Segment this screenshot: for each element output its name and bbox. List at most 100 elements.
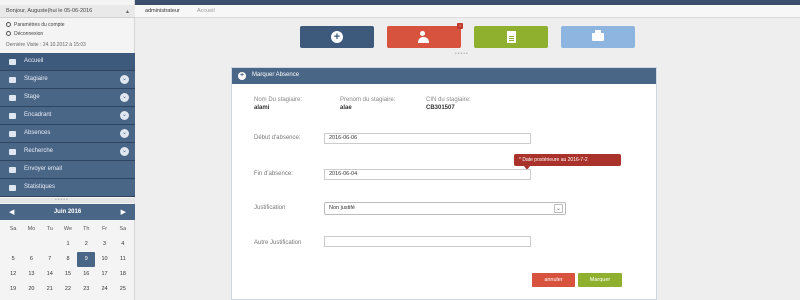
- params-link-label: Paramètres du compte: [14, 22, 65, 28]
- chevron-down-icon: ⌄: [120, 147, 129, 156]
- file-icon: [9, 131, 16, 137]
- panel-title: Marquer Absence: [252, 72, 300, 78]
- autre-justification-input[interactable]: [324, 236, 531, 247]
- calendar-day[interactable]: 11: [114, 252, 132, 267]
- sidebar-item-stagiaire[interactable]: Stagiaire ⌄: [0, 71, 135, 89]
- users-button[interactable]: !: [387, 23, 463, 48]
- calendar-day[interactable]: 18: [114, 267, 132, 282]
- sidebar-item-label: Accueil: [24, 58, 44, 64]
- cin-label: CIN du stagiaire:: [426, 97, 471, 103]
- calendar-day[interactable]: 21: [41, 282, 59, 297]
- calendar-day[interactable]: 22: [59, 282, 77, 297]
- sidebar-item-label: Encadrant: [24, 112, 52, 118]
- sidebar-item-absences[interactable]: Absences ⌄: [0, 125, 135, 143]
- justification-selected: Non justifé: [329, 205, 355, 211]
- plus-icon: +: [331, 31, 343, 43]
- chevron-down-icon: ⌄: [120, 93, 129, 102]
- cin-value: CB301507: [426, 105, 455, 111]
- calendar-day[interactable]: 15: [59, 267, 77, 282]
- nom-value: alami: [254, 105, 270, 111]
- breadcrumb: administrateur Accueil: [135, 5, 800, 18]
- calendar-day[interactable]: 10: [95, 252, 113, 267]
- calendar-day[interactable]: 4: [114, 237, 132, 252]
- folder-icon: [9, 95, 16, 101]
- bar-chart-icon: [9, 185, 16, 191]
- calendar-day[interactable]: 13: [22, 267, 40, 282]
- params-link[interactable]: Paramètres du compte: [6, 22, 65, 28]
- sidebar-item-statistiques[interactable]: Statistiques: [0, 179, 135, 197]
- sidebar-item-label: Statistiques: [24, 184, 56, 190]
- document-button[interactable]: [474, 26, 548, 48]
- calendar-day[interactable]: 3: [95, 237, 113, 252]
- sidebar-item-label: Recherche: [24, 148, 54, 154]
- calendar-dow-row: Sa Mo Tu We Th Fr Sa: [4, 222, 132, 237]
- fin-input[interactable]: 2016-06-04: [324, 169, 531, 180]
- sidebar-item-stage[interactable]: Stage ⌄: [0, 89, 135, 107]
- sidebar-item-label: Absences: [24, 130, 51, 136]
- calendar-dow: Th: [83, 226, 90, 232]
- user-links: Paramètres du compte Déconnexion: [0, 18, 135, 54]
- sidebar-item-label: Stagiaire: [24, 76, 48, 82]
- calendar-day[interactable]: 19: [4, 282, 22, 297]
- fin-label: Fin d'absence:: [254, 171, 293, 177]
- user-header[interactable]: Bonjour, Auguste(hui le 05-06-2016 ▴: [0, 5, 135, 18]
- sidebar-nav: Accueil Stagiaire ⌄ Stage ⌄ Encadrant ⌄ …: [0, 53, 135, 197]
- calendar-week-row: 5 6 7 8 9 10 11: [4, 252, 132, 267]
- calendar-grid: Sa Mo Tu We Th Fr Sa 1 2 3 4 5 6 7 8 9 10 11 12 13 14 15 16 17 1…: [4, 222, 132, 300]
- calendar-day[interactable]: 12: [4, 267, 22, 282]
- calendar-day[interactable]: 24: [95, 282, 113, 297]
- calendar-day[interactable]: 17: [95, 267, 113, 282]
- sidebar: Bonjour, Auguste(hui le 05-06-2016 ▴ Par…: [0, 0, 135, 300]
- calendar-header: ◀ Juin 2016 ▶: [0, 204, 135, 220]
- sidebar-item-encadrant[interactable]: Encadrant ⌄: [0, 107, 135, 125]
- autre-justification-label: Autre Justification: [254, 240, 302, 246]
- logout-link[interactable]: Déconnexion: [6, 31, 43, 37]
- prenom-label: Prenom du stagiaire:: [340, 97, 396, 103]
- calendar-day[interactable]: 16: [77, 267, 95, 282]
- debut-label: Début d'absence:: [254, 135, 301, 141]
- calendar-week-row: 12 13 14 15 16 17 18: [4, 267, 132, 282]
- sidebar-item-accueil[interactable]: Accueil: [0, 53, 135, 71]
- justification-select[interactable]: Non justifé ⌄: [324, 202, 566, 215]
- calendar-day[interactable]: 1: [59, 237, 77, 252]
- search-icon: [9, 149, 16, 155]
- calendar-day[interactable]: 9: [77, 252, 96, 267]
- calendar-day[interactable]: 5: [4, 252, 22, 267]
- sidebar-item-email[interactable]: Envoyer email: [0, 161, 135, 179]
- chevron-up-icon[interactable]: ▴: [126, 8, 129, 15]
- toolbar-drag-handle[interactable]: •••••: [455, 51, 469, 57]
- calendar-next-button[interactable]: ▶: [121, 208, 126, 216]
- calendar-day[interactable]: 20: [22, 282, 40, 297]
- sidebar-item-label: Stage: [24, 94, 40, 100]
- calendar-title: Juin 2016: [53, 209, 82, 215]
- sidebar-item-recherche[interactable]: Recherche ⌄: [0, 143, 135, 161]
- breadcrumb-item-accueil[interactable]: Accueil: [197, 8, 215, 14]
- calendar-separator[interactable]: •••••: [0, 197, 135, 203]
- calendar-dow: We: [63, 226, 73, 232]
- list-icon: [9, 77, 16, 83]
- calendar-day[interactable]: 14: [41, 267, 59, 282]
- calendar-day[interactable]: 6: [22, 252, 40, 267]
- calendar-dow: Mo: [27, 226, 36, 232]
- add-button[interactable]: +: [300, 26, 374, 48]
- breadcrumb-item-admin[interactable]: administrateur: [145, 8, 180, 14]
- toolbar: + ! •••••: [135, 23, 800, 57]
- calendar-dow: Sa: [119, 226, 127, 232]
- calendar-day[interactable]: 8: [59, 252, 77, 267]
- nom-label: Nom Du stagiaire:: [254, 97, 303, 103]
- printer-icon: [592, 30, 604, 41]
- calendar-day[interactable]: 7: [41, 252, 59, 267]
- print-button[interactable]: [561, 26, 635, 48]
- mark-button[interactable]: Marquer: [578, 273, 622, 287]
- calendar-day: [4, 237, 22, 252]
- users-icon: [418, 31, 430, 43]
- calendar-day[interactable]: 2: [77, 237, 95, 252]
- last-visit: Dernière Visite : 24.10.2012 à 15:03: [6, 42, 86, 48]
- calendar-day[interactable]: 25: [114, 282, 132, 297]
- main-content: administrateur Accueil + ! ••••• + Marqu…: [135, 5, 800, 300]
- debut-input[interactable]: 2016-06-06: [324, 133, 531, 144]
- calendar-week-row: 1234: [4, 237, 132, 252]
- calendar-day[interactable]: 23: [77, 282, 95, 297]
- cancel-button[interactable]: annuler: [532, 273, 575, 287]
- panel-header: + Marquer Absence: [232, 68, 656, 84]
